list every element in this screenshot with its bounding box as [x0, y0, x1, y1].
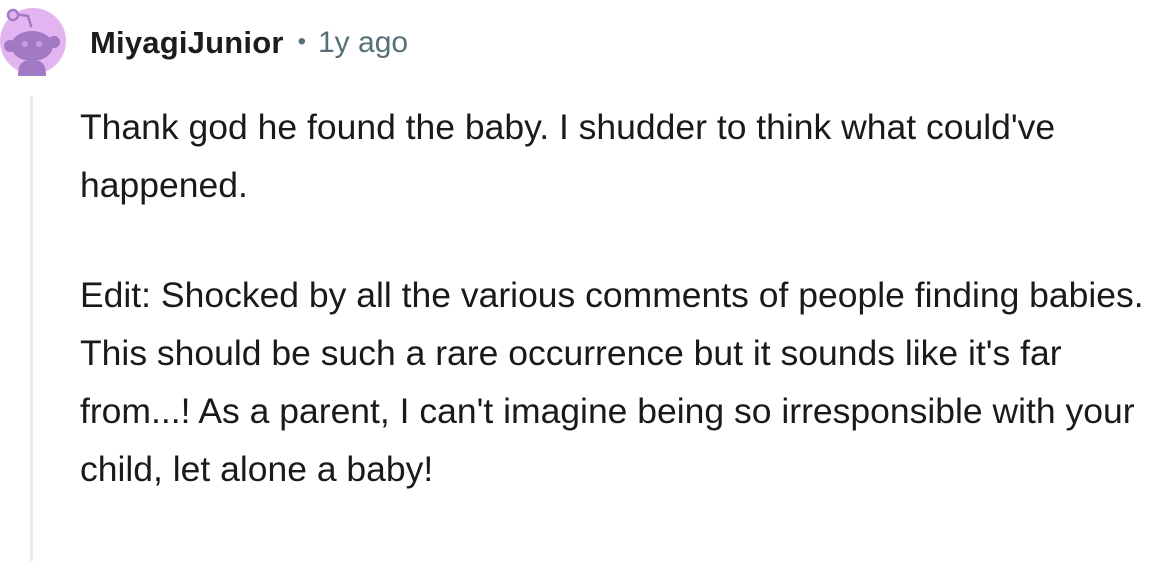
thread-line[interactable] — [30, 96, 33, 561]
username-link[interactable]: MiyagiJunior — [90, 25, 284, 61]
comment-timestamp[interactable]: 1y ago — [318, 26, 408, 60]
meta-separator: • — [297, 28, 306, 55]
comment-paragraph: Edit: Shocked by all the various comment… — [80, 275, 1144, 489]
comment-meta: MiyagiJunior • 1y ago — [90, 22, 408, 64]
comment-paragraph: Thank god he found the baby. I shudder t… — [80, 107, 1056, 205]
comment-body: Thank god he found the baby. I shudder t… — [80, 98, 1152, 498]
comment: MiyagiJunior • 1y ago Thank god he found… — [0, 0, 1155, 561]
user-avatar[interactable] — [0, 6, 66, 76]
snoo-avatar-icon — [0, 8, 66, 76]
